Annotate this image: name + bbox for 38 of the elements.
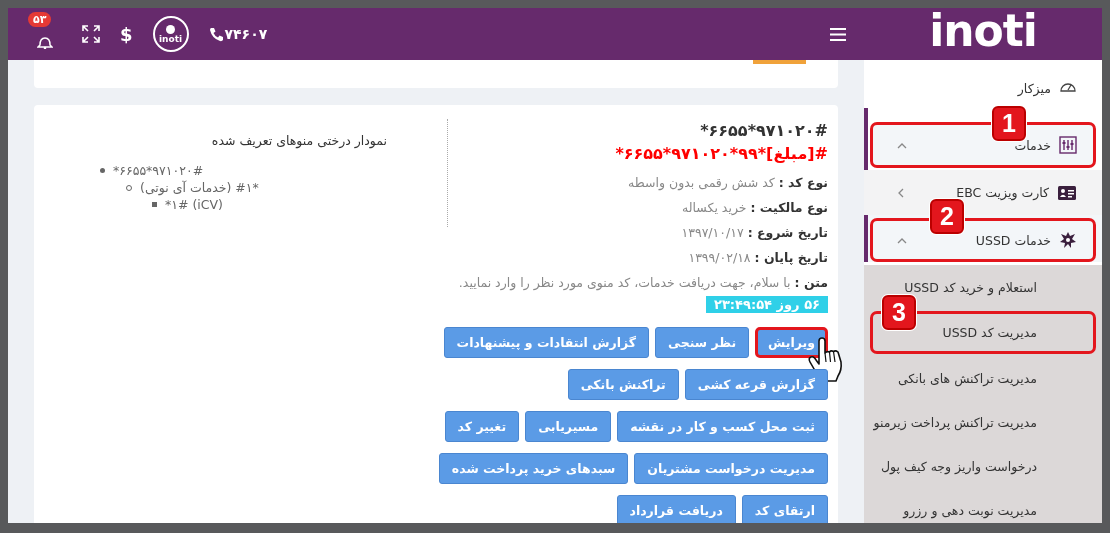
button-edge — [753, 60, 806, 64]
detail-text: تاریخ پایان : ۱۳۹۹/۰۲/۱۸ — [687, 249, 828, 267]
logo: inoti — [929, 9, 1037, 53]
chevron-up-icon — [897, 236, 907, 244]
phone-number: ۷۴۶۰۷ — [224, 26, 268, 42]
detail-text: متن : با سلام، جهت دریافت خدمات، کد منوی مورد نظر را وارد نمایید. — [457, 274, 828, 292]
detail-text: تاریخ شروع : ۱۳۹۷/۱۰/۱۷ — [680, 224, 828, 242]
chevron-left-icon — [897, 187, 904, 198]
menu-icon[interactable] — [830, 27, 846, 41]
tree-item: *۱# (iCV) — [165, 196, 223, 213]
detail-text: نوع کد : کد شش رقمی بدون واسطه — [627, 174, 828, 192]
circle-logo[interactable]: inoti — [152, 16, 189, 52]
step-number: 1 — [992, 106, 1026, 141]
tree-item: *۶۶۵۵*۹۷۱۰۲۰# — [113, 162, 204, 179]
fullscreen-icon[interactable] — [82, 25, 100, 43]
chevron-up-icon — [897, 141, 907, 149]
sliders-icon — [1059, 136, 1077, 154]
sidebar-item[interactable]: مدیریت تراکنش های بانکی — [870, 356, 1096, 400]
bullet-icon — [100, 168, 105, 173]
step-number: 3 — [882, 295, 916, 330]
id-card-icon — [1057, 183, 1077, 202]
bullet-icon — [152, 202, 157, 207]
countdown-badge: ۵۶ روز ۲۳:۴۹:۵۴ — [706, 296, 828, 313]
notification-badge: ۵۳ — [28, 12, 52, 27]
ussd-code: *۶۶۵۵*۹۷۱۰۲۰# — [700, 121, 828, 140]
gear-icon — [1059, 231, 1077, 249]
step-number: 2 — [930, 199, 964, 234]
sidebar-item[interactable]: مدیریت تراکنش پرداخت زیرمنو — [870, 400, 1096, 444]
sidebar-item[interactable]: درخواست واریز وجه کیف پول — [870, 444, 1096, 488]
phone-icon — [208, 26, 224, 42]
sidebar-item[interactable]: میزکار — [870, 68, 1096, 108]
ussd-code: #[مبلغ]*۹۹*۹۷۱۰۲۰*۶۶۵۵* — [615, 144, 828, 163]
detail-text: نوع مالکیت : خرید یکساله — [681, 199, 828, 217]
sidebar-item[interactable]: مدیریت نوبت دهی و رزرو — [870, 488, 1096, 523]
tree-item: *#۱ (خدمات آی نوتی) — [140, 179, 259, 196]
section-title: نمودار درختی منوهای تعریف شده — [210, 133, 387, 148]
bell-icon[interactable] — [37, 35, 53, 49]
currency-button[interactable]: $ — [120, 23, 133, 45]
